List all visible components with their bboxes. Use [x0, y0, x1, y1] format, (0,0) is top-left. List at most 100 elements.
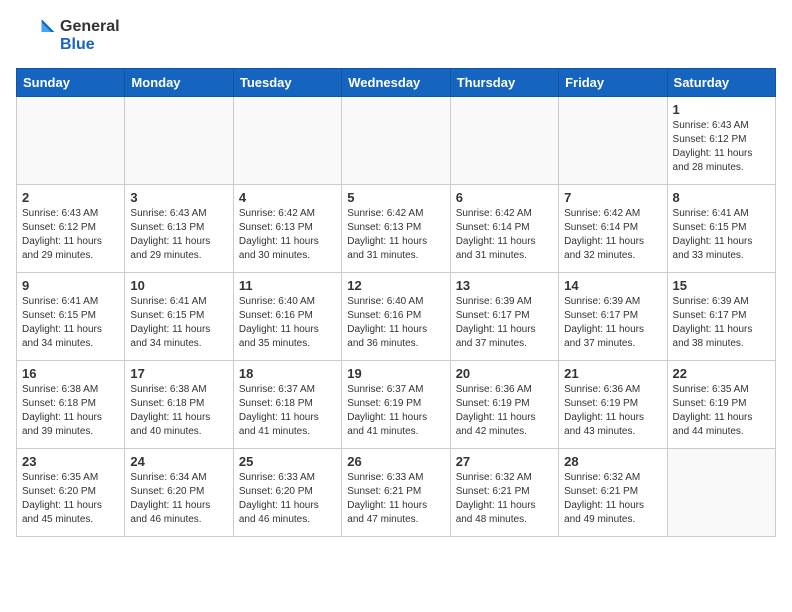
day-info: Sunrise: 6:43 AM Sunset: 6:12 PM Dayligh…	[22, 207, 119, 263]
day-info: Sunrise: 6:32 AM Sunset: 6:21 PM Dayligh…	[456, 471, 553, 527]
calendar-cell: 20Sunrise: 6:36 AM Sunset: 6:19 PM Dayli…	[450, 361, 558, 449]
weekday-header-sunday: Sunday	[17, 69, 125, 97]
weekday-header-tuesday: Tuesday	[233, 69, 341, 97]
calendar-cell: 28 Sunrise: 6:32 AM Sunset: 6:21 PM Dayli…	[559, 449, 667, 537]
calendar-cell: 3Sunrise: 6:43 AM Sunset: 6:13 PM Daylig…	[125, 185, 233, 273]
calendar-cell: 8 Sunrise: 6:41 AM Sunset: 6:15 PM Daylig…	[667, 185, 775, 273]
calendar-cell: 13 Sunrise: 6:39 AM Sunset: 6:17 PM Dayli…	[450, 273, 558, 361]
day-number: 10	[130, 278, 227, 293]
calendar-cell: 17 Sunrise: 6:38 AM Sunset: 6:18 PM Dayli…	[125, 361, 233, 449]
calendar-cell: 25 Sunrise: 6:33 AM Sunset: 6:20 PM Dayli…	[233, 449, 341, 537]
calendar-cell: 11 Sunrise: 6:40 AM Sunset: 6:16 PM Dayli…	[233, 273, 341, 361]
day-number: 14	[564, 278, 661, 293]
calendar-cell: 26 Sunrise: 6:33 AM Sunset: 6:21 PM Dayli…	[342, 449, 450, 537]
day-info: Sunrise: 6:39 AM Sunset: 6:17 PM Dayligh…	[673, 295, 770, 351]
day-number: 7	[564, 190, 661, 205]
day-info: Sunrise: 6:38 AM Sunset: 6:18 PM Dayligh…	[130, 383, 227, 439]
calendar-header: SundayMondayTuesdayWednesdayThursdayFrid…	[17, 69, 776, 97]
day-info: Sunrise: 6:35 AM Sunset: 6:19 PM Dayligh…	[673, 383, 770, 439]
day-info: Sunrise: 6:41 AM Sunset: 6:15 PM Dayligh…	[22, 295, 119, 351]
day-info: Sunrise: 6:38 AM Sunset: 6:18 PM Dayligh…	[22, 383, 119, 439]
day-number: 27	[456, 454, 553, 469]
calendar-cell	[17, 97, 125, 185]
day-info: Sunrise: 6:34 AM Sunset: 6:20 PM Dayligh…	[130, 471, 227, 527]
calendar-cell: 10 Sunrise: 6:41 AM Sunset: 6:15 PM Dayli…	[125, 273, 233, 361]
day-info: Sunrise: 6:33 AM Sunset: 6:21 PM Dayligh…	[347, 471, 444, 527]
weekday-header-friday: Friday	[559, 69, 667, 97]
day-info: Sunrise: 6:41 AM Sunset: 6:15 PM Dayligh…	[130, 295, 227, 351]
day-info: Sunrise: 6:40 AM Sunset: 6:16 PM Dayligh…	[239, 295, 336, 351]
day-info: Sunrise: 6:42 AM Sunset: 6:14 PM Dayligh…	[456, 207, 553, 263]
day-info: Sunrise: 6:42 AM Sunset: 6:14 PM Dayligh…	[564, 207, 661, 263]
calendar-table: SundayMondayTuesdayWednesdayThursdayFrid…	[16, 68, 776, 537]
calendar-cell	[450, 97, 558, 185]
day-info: Sunrise: 6:37 AM Sunset: 6:18 PM Dayligh…	[239, 383, 336, 439]
calendar-week-1: 1 Sunrise: 6:43 AM Sunset: 6:12 PM Daylig…	[17, 97, 776, 185]
calendar-cell: 27 Sunrise: 6:32 AM Sunset: 6:21 PM Dayli…	[450, 449, 558, 537]
calendar-cell: 1 Sunrise: 6:43 AM Sunset: 6:12 PM Daylig…	[667, 97, 775, 185]
day-number: 16	[22, 366, 119, 381]
calendar-cell: 7 Sunrise: 6:42 AM Sunset: 6:14 PM Daylig…	[559, 185, 667, 273]
calendar-cell: 21Sunrise: 6:36 AM Sunset: 6:19 PM Dayli…	[559, 361, 667, 449]
calendar-cell: 14 Sunrise: 6:39 AM Sunset: 6:17 PM Dayli…	[559, 273, 667, 361]
calendar-cell: 5 Sunrise: 6:42 AM Sunset: 6:13 PM Daylig…	[342, 185, 450, 273]
weekday-header-wednesday: Wednesday	[342, 69, 450, 97]
day-number: 13	[456, 278, 553, 293]
calendar-cell: 9 Sunrise: 6:41 AM Sunset: 6:15 PM Daylig…	[17, 273, 125, 361]
day-number: 15	[673, 278, 770, 293]
day-info: Sunrise: 6:39 AM Sunset: 6:17 PM Dayligh…	[456, 295, 553, 351]
weekday-header-monday: Monday	[125, 69, 233, 97]
calendar-week-3: 9 Sunrise: 6:41 AM Sunset: 6:15 PM Daylig…	[17, 273, 776, 361]
day-number: 26	[347, 454, 444, 469]
day-number: 19	[347, 366, 444, 381]
calendar-body: 1 Sunrise: 6:43 AM Sunset: 6:12 PM Daylig…	[17, 97, 776, 537]
calendar-cell	[667, 449, 775, 537]
calendar-cell: 15 Sunrise: 6:39 AM Sunset: 6:17 PM Dayli…	[667, 273, 775, 361]
day-info: Sunrise: 6:39 AM Sunset: 6:17 PM Dayligh…	[564, 295, 661, 351]
calendar-cell	[559, 97, 667, 185]
day-number: 9	[22, 278, 119, 293]
calendar-cell: 16 Sunrise: 6:38 AM Sunset: 6:18 PM Dayli…	[17, 361, 125, 449]
day-info: Sunrise: 6:33 AM Sunset: 6:20 PM Dayligh…	[239, 471, 336, 527]
calendar-cell	[125, 97, 233, 185]
logo-icon	[16, 16, 56, 56]
calendar-week-2: 2 Sunrise: 6:43 AM Sunset: 6:12 PM Daylig…	[17, 185, 776, 273]
logo-blue-text: Blue	[60, 36, 120, 54]
calendar-week-4: 16 Sunrise: 6:38 AM Sunset: 6:18 PM Dayli…	[17, 361, 776, 449]
day-info: Sunrise: 6:35 AM Sunset: 6:20 PM Dayligh…	[22, 471, 119, 527]
day-info: Sunrise: 6:37 AM Sunset: 6:19 PM Dayligh…	[347, 383, 444, 439]
calendar-week-5: 23 Sunrise: 6:35 AM Sunset: 6:20 PM Dayli…	[17, 449, 776, 537]
day-number: 2	[22, 190, 119, 205]
weekday-header-row: SundayMondayTuesdayWednesdayThursdayFrid…	[17, 69, 776, 97]
day-info: Sunrise: 6:43 AM Sunset: 6:12 PM Dayligh…	[673, 119, 770, 175]
day-info: Sunrise: 6:41 AM Sunset: 6:15 PM Dayligh…	[673, 207, 770, 263]
day-info: Sunrise: 6:42 AM Sunset: 6:13 PM Dayligh…	[347, 207, 444, 263]
calendar-cell: 18Sunrise: 6:37 AM Sunset: 6:18 PM Dayli…	[233, 361, 341, 449]
day-number: 22	[673, 366, 770, 381]
day-info: Sunrise: 6:32 AM Sunset: 6:21 PM Dayligh…	[564, 471, 661, 527]
day-number: 25	[239, 454, 336, 469]
calendar-cell: 22 Sunrise: 6:35 AM Sunset: 6:19 PM Dayli…	[667, 361, 775, 449]
day-info: Sunrise: 6:36 AM Sunset: 6:19 PM Dayligh…	[456, 383, 553, 439]
day-number: 21	[564, 366, 661, 381]
day-number: 8	[673, 190, 770, 205]
day-number: 23	[22, 454, 119, 469]
weekday-header-thursday: Thursday	[450, 69, 558, 97]
weekday-header-saturday: Saturday	[667, 69, 775, 97]
logo-general-text: General	[60, 18, 120, 36]
calendar-cell: 23 Sunrise: 6:35 AM Sunset: 6:20 PM Dayli…	[17, 449, 125, 537]
calendar-cell	[233, 97, 341, 185]
day-number: 28	[564, 454, 661, 469]
day-info: Sunrise: 6:43 AM Sunset: 6:13 PM Dayligh…	[130, 207, 227, 263]
calendar-cell: 19 Sunrise: 6:37 AM Sunset: 6:19 PM Dayli…	[342, 361, 450, 449]
logo: GeneralBlue	[16, 16, 120, 56]
day-number: 11	[239, 278, 336, 293]
calendar-cell: 24 Sunrise: 6:34 AM Sunset: 6:20 PM Dayli…	[125, 449, 233, 537]
day-number: 6	[456, 190, 553, 205]
calendar-cell: 6 Sunrise: 6:42 AM Sunset: 6:14 PM Daylig…	[450, 185, 558, 273]
day-number: 5	[347, 190, 444, 205]
day-number: 17	[130, 366, 227, 381]
day-number: 1	[673, 102, 770, 117]
day-number: 24	[130, 454, 227, 469]
calendar-cell	[342, 97, 450, 185]
